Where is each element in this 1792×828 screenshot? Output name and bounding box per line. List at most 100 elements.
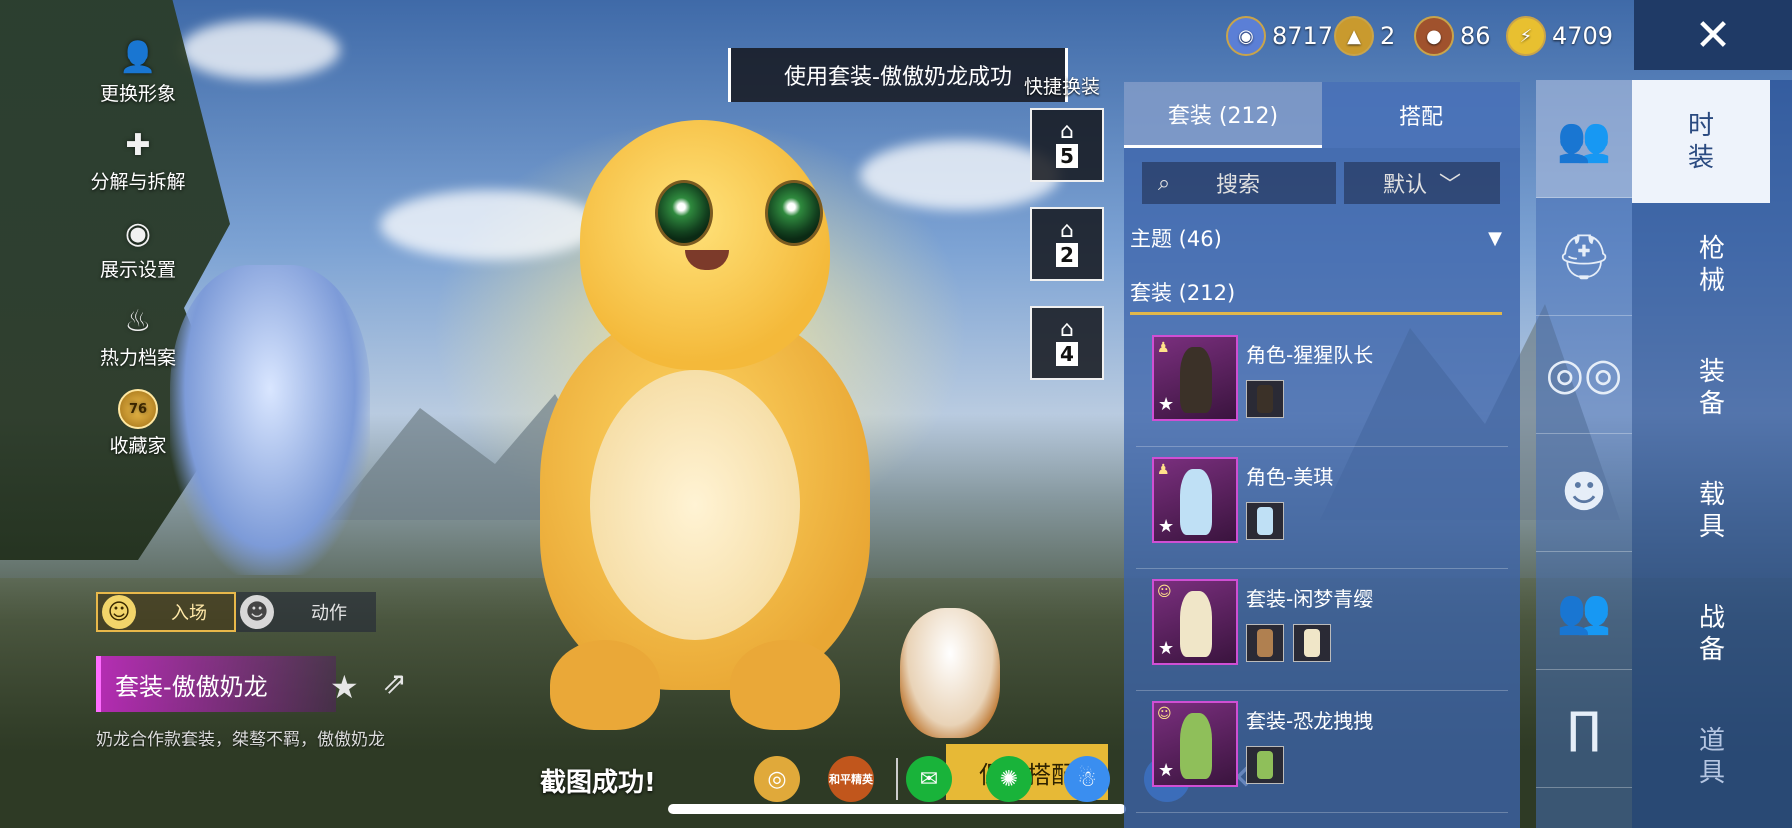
item-name: 套装-恐龙拽拽 bbox=[1246, 709, 1374, 733]
outfit-preset-2[interactable]: ⌂ 2 bbox=[1030, 207, 1104, 281]
person-icon: 👤 bbox=[119, 39, 157, 75]
tab-label: 动作 bbox=[311, 603, 347, 624]
tab-suits[interactable]: 套装 (212) bbox=[1124, 82, 1322, 148]
tab-vehicles[interactable]: 载具 bbox=[1632, 449, 1792, 572]
heat-profile-button[interactable]: ♨ 热力档案 bbox=[78, 282, 198, 370]
category-hats[interactable]: ⛑ bbox=[1536, 198, 1632, 316]
item-thumbnail: ☺ ★ bbox=[1152, 701, 1238, 787]
panel-tabs: 套装 (212) 搭配 bbox=[1124, 82, 1520, 148]
current-suit-name: 套装-傲傲奶龙 bbox=[96, 656, 336, 712]
mascot-head bbox=[580, 120, 830, 370]
tab-fashion[interactable]: 时装 bbox=[1632, 80, 1770, 203]
qq-icon[interactable]: ☃ bbox=[1064, 756, 1110, 802]
tab-props[interactable]: 道具 bbox=[1632, 695, 1792, 818]
category-outfits[interactable]: 👥 bbox=[1536, 552, 1632, 670]
tab-guns[interactable]: 枪械 bbox=[1632, 203, 1792, 326]
collector-button[interactable]: 76 收藏家 bbox=[78, 370, 198, 458]
category-glasses[interactable]: ◎◎ bbox=[1536, 316, 1632, 434]
search-row: ⌕ 搜索 默认 ﹀ bbox=[1142, 162, 1502, 204]
item-name: 套装-闲梦青缨 bbox=[1246, 587, 1374, 611]
wechat-icon[interactable]: ✉ bbox=[906, 756, 952, 802]
tab-label: 装备 bbox=[1699, 356, 1726, 419]
star-icon: ★ bbox=[1158, 516, 1175, 537]
item-name: 角色-猩猩队长 bbox=[1246, 343, 1374, 367]
search-placeholder: 搜索 bbox=[1216, 173, 1261, 198]
mini-thumbnail bbox=[1293, 624, 1332, 662]
sort-dropdown[interactable]: 默认 ﹀ bbox=[1344, 162, 1500, 204]
tab-label: 载具 bbox=[1699, 479, 1726, 542]
game-logo-icon[interactable]: 和平精英 bbox=[828, 756, 874, 802]
list-item[interactable]: ☺ ★ 套装-闲梦青缨 bbox=[1136, 569, 1508, 691]
theme-filter-row[interactable]: 主题 (46) ▼ bbox=[1130, 218, 1502, 258]
quick-change-label: 快捷换装 bbox=[1024, 76, 1101, 98]
mascot-eye bbox=[765, 180, 823, 246]
currency-value: 8717 bbox=[1272, 22, 1334, 50]
crystal-horse-mount bbox=[170, 265, 370, 575]
search-input[interactable]: ⌕ 搜索 bbox=[1142, 162, 1336, 204]
tab-label: 道具 bbox=[1699, 725, 1726, 788]
smile-badge-icon: ☺ bbox=[1157, 584, 1172, 600]
mascot-foot bbox=[550, 640, 660, 730]
smile-face-icon: ☺ bbox=[102, 595, 136, 629]
preset-number: 5 bbox=[1056, 144, 1078, 168]
list-item[interactable]: ♟ ★ 角色-美琪 bbox=[1136, 447, 1508, 569]
figure-preview bbox=[1180, 591, 1212, 657]
category-icon-column: 👥 ⛑ ◎◎ ☻ 👥 ∏ bbox=[1536, 80, 1632, 828]
menu-label: 更换形象 bbox=[99, 83, 176, 105]
mascot-foot bbox=[730, 640, 840, 730]
character-badge-icon: ♟ bbox=[1157, 462, 1170, 478]
face-mask-icon: ☻ bbox=[1561, 467, 1607, 518]
character-nailong-model[interactable] bbox=[540, 120, 880, 740]
lightning-coin-icon: ⚡ bbox=[1506, 16, 1546, 56]
tab-equipment[interactable]: 装备 bbox=[1632, 326, 1792, 449]
star-icon: ★ bbox=[1158, 760, 1175, 781]
exit-close-button[interactable]: ✕ bbox=[1634, 0, 1792, 70]
tab-entrance[interactable]: ☺ 入场 bbox=[96, 592, 236, 632]
hanger-icon: ⌂ bbox=[1060, 218, 1074, 243]
cap-icon: ⛑ bbox=[1556, 231, 1612, 283]
tab-emote[interactable]: ☻ 动作 bbox=[236, 592, 376, 632]
currency-bronze: ● 86 bbox=[1414, 16, 1491, 56]
flame-icon: ♨ bbox=[124, 303, 152, 339]
share-icon[interactable]: ⇗ bbox=[382, 666, 407, 701]
share-divider bbox=[896, 758, 898, 800]
item-thumbnail: ♟ ★ bbox=[1152, 457, 1238, 543]
mascot-belly bbox=[590, 370, 800, 640]
list-item[interactable]: ♟ ★ 角色-猩猩队长 bbox=[1136, 325, 1508, 447]
menu-label: 分解与拆解 bbox=[90, 171, 186, 193]
sort-label: 默认 bbox=[1382, 173, 1427, 198]
figure-preview bbox=[1180, 713, 1212, 779]
success-toast: 使用套装-傲傲奶龙成功 bbox=[728, 48, 1068, 102]
category-suits[interactable]: 👥 bbox=[1536, 80, 1632, 198]
qq-friends-icon[interactable]: ◎ bbox=[754, 756, 800, 802]
category-masks[interactable]: ☻ bbox=[1536, 434, 1632, 552]
category-pants[interactable]: ∏ bbox=[1536, 670, 1632, 788]
star-icon: ★ bbox=[1158, 638, 1175, 659]
tab-outfits[interactable]: 搭配 bbox=[1322, 82, 1520, 148]
level-badge-icon: 76 bbox=[118, 389, 158, 429]
gold-badge-icon: ▲ bbox=[1334, 16, 1374, 56]
triangle-down-icon: ▼ bbox=[1488, 227, 1502, 249]
menu-label: 热力档案 bbox=[99, 347, 176, 369]
currency-value: 2 bbox=[1380, 22, 1396, 50]
display-settings-button[interactable]: ◉ 展示设置 bbox=[78, 194, 198, 282]
suit-list: ♟ ★ 角色-猩猩队长 ♟ ★ 角色-美琪 ☺ ★ 套装-闲梦青缨 ☺ ★ 套装… bbox=[1124, 325, 1520, 813]
outfit-preset-5[interactable]: ⌂ 5 bbox=[1030, 108, 1104, 182]
smile-badge-icon: ☺ bbox=[1157, 706, 1172, 722]
change-avatar-button[interactable]: 👤 更换形象 bbox=[78, 18, 198, 106]
star-icon[interactable]: ★ bbox=[330, 668, 359, 706]
figure-preview bbox=[1180, 469, 1212, 535]
decompose-button[interactable]: ✚ 分解与拆解 bbox=[78, 106, 198, 194]
character-badge-icon: ♟ bbox=[1157, 340, 1170, 356]
tab-gear[interactable]: 战备 bbox=[1632, 572, 1792, 695]
bronze-coin-icon: ● bbox=[1414, 16, 1454, 56]
preset-number: 4 bbox=[1056, 342, 1078, 366]
outfit-preset-4[interactable]: ⌂ 4 bbox=[1030, 306, 1104, 380]
mini-thumbnail bbox=[1246, 502, 1284, 540]
list-item[interactable]: ☺ ★ 套装-恐龙拽拽 bbox=[1136, 691, 1508, 813]
item-thumbnail: ☺ ★ bbox=[1152, 579, 1238, 665]
moments-icon[interactable]: ✺ bbox=[986, 756, 1032, 802]
menu-label: 收藏家 bbox=[109, 435, 167, 457]
item-thumbnail: ♟ ★ bbox=[1152, 335, 1238, 421]
currency-value: 86 bbox=[1460, 22, 1491, 50]
